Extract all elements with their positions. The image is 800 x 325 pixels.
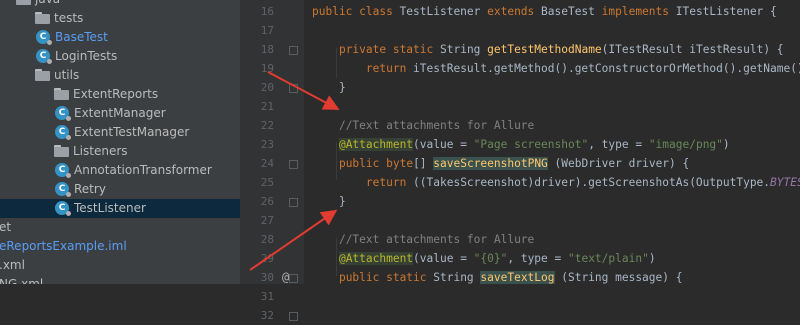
fold-marker-icon[interactable] (289, 312, 298, 321)
arrow-to-screenshot-attachment (267, 71, 340, 110)
line-number: 31 (260, 290, 274, 303)
arrow-to-text-attachment (249, 209, 338, 271)
annotation-arrows (249, 71, 340, 271)
line-number: 32 (260, 309, 274, 322)
